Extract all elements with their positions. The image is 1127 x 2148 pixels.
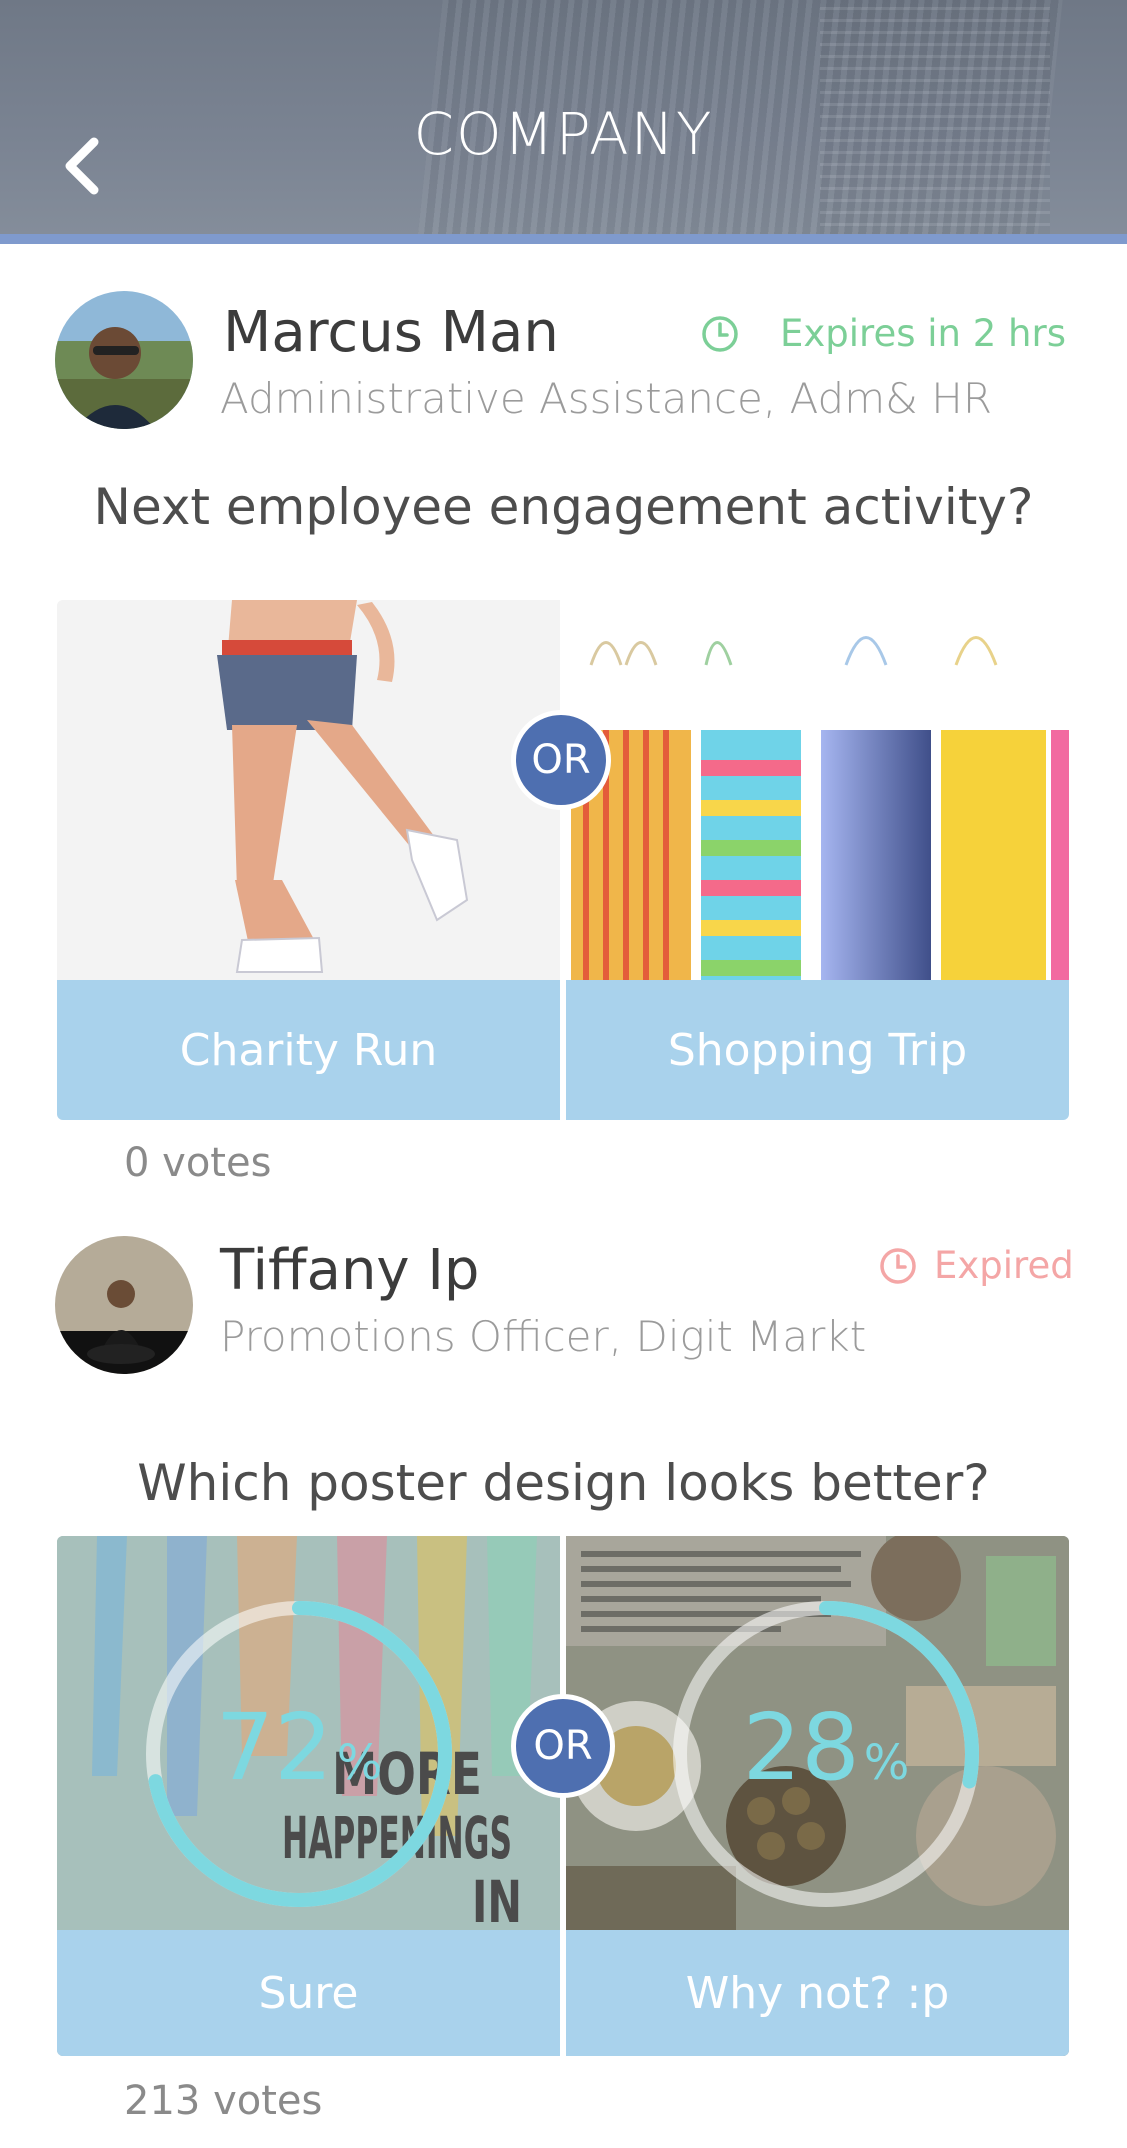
status-text: Expires in 2 hrs [780,312,1066,355]
page-title: COMPANY [413,100,714,168]
avatar[interactable] [55,1236,193,1374]
option-button-sure[interactable]: Sure [57,1930,560,2056]
vote-count: 0 votes [124,1140,272,1186]
shopping-bags-photo [566,600,1069,1000]
result-percent-left: 72% [139,1694,459,1801]
poll-card-1: Marcus Man Administrative Assistance, Ad… [0,244,1127,1204]
avatar-photo [55,291,193,429]
status-text: Expired [934,1244,1074,1287]
result-percent-value: 28 [742,1694,860,1801]
option-button-charity-run[interactable]: Charity Run [57,980,560,1120]
poll-card-2: Tiffany Ip Promotions Officer, Digit Mar… [0,1204,1127,2148]
option-button-why-not[interactable]: Why not? :p [566,1930,1069,2056]
author-name[interactable]: Marcus Man [223,300,559,365]
author-role: Administrative Assistance, Adm& HR [220,374,992,423]
percent-sign: % [863,1735,910,1791]
vote-count: 213 votes [124,2078,323,2124]
option-button-shopping-trip[interactable]: Shopping Trip [566,980,1069,1120]
result-percent-value: 72 [215,1694,333,1801]
poster-text-line-3: IN [472,1868,522,1936]
poll-question: Next employee engagement activity? [93,478,1034,536]
poll-question: Which poster design looks better? [137,1454,990,1512]
author-name[interactable]: Tiffany Ip [220,1238,479,1303]
avatar[interactable] [55,291,193,429]
clock-icon [702,315,738,352]
options-divider [560,600,566,1120]
status-badge: Expires in 2 hrs [700,312,1066,355]
avatar-photo [55,1236,193,1374]
percent-sign: % [336,1735,383,1791]
author-role: Promotions Officer, Digit Markt [220,1312,867,1361]
or-badge: OR [511,710,611,810]
status-badge: Expired [878,1244,1074,1287]
runner-photo [57,600,560,1000]
result-percent-right: 28% [666,1694,986,1801]
clock-icon [880,1247,916,1284]
header-divider [0,234,1127,244]
app-header: COMPANY [0,0,1127,244]
poll-options: Charity Run Shopping Trip [57,600,1069,1120]
or-badge: OR [511,1694,615,1798]
